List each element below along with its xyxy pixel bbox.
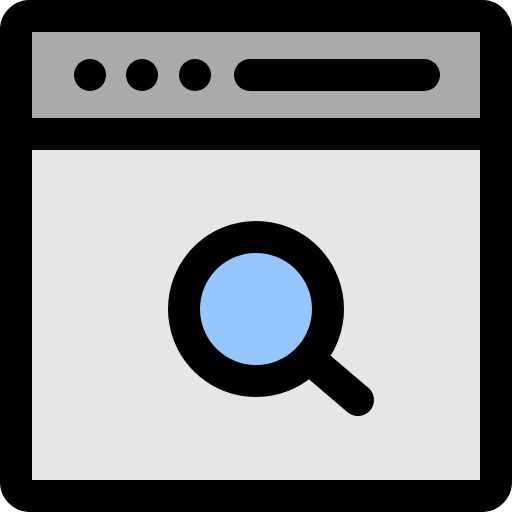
window-dot-icon[interactable]: [126, 59, 158, 91]
browser-window-icon: [0, 0, 512, 512]
window-dot-icon[interactable]: [74, 59, 106, 91]
magnifier-lens: [168, 221, 344, 397]
window-dot-icon[interactable]: [179, 59, 211, 91]
browser-window: [0, 0, 512, 512]
